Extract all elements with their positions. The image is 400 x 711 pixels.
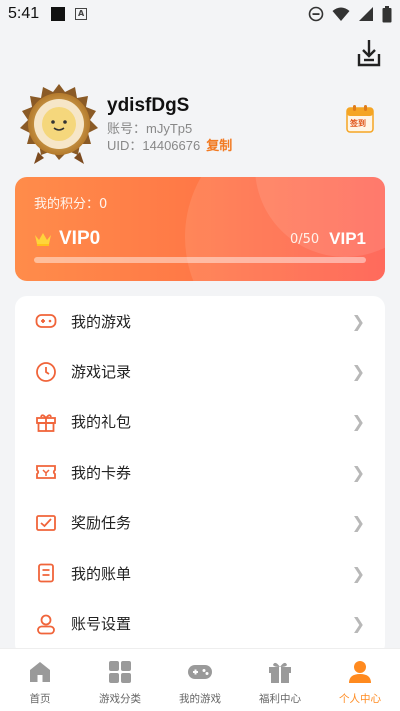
- vip-progress-text: 0/50: [289, 231, 320, 247]
- vip-level-row: VIP0 0/50 VIP1: [34, 228, 366, 250]
- signin-button[interactable]: 签到: [346, 104, 374, 134]
- avatar-frame-icon: [20, 84, 98, 164]
- menu-item-label: 奖励任务: [71, 514, 132, 533]
- menu-item-my-bills[interactable]: 我的账单 ❯: [15, 548, 385, 598]
- nav-label: 福利中心: [259, 693, 301, 705]
- do-not-disturb-icon: [308, 6, 324, 22]
- nav-label: 我的游戏: [179, 693, 221, 705]
- nav-my-games[interactable]: 我的游戏: [160, 649, 240, 711]
- chevron-right-icon: ❯: [351, 563, 365, 583]
- menu-item-account-settings[interactable]: 账号设置 ❯: [15, 598, 385, 648]
- status-time: 5:41: [8, 5, 40, 22]
- uid-row: UID：14406676 复制: [107, 135, 232, 154]
- notification-a-icon: A: [75, 8, 88, 20]
- menu-item-game-history[interactable]: 游戏记录 ❯: [15, 346, 385, 396]
- chevron-right-icon: ❯: [351, 614, 365, 634]
- nav-categories[interactable]: 游戏分类: [80, 649, 160, 711]
- nav-personal-center[interactable]: 个人中心: [320, 649, 400, 711]
- current-vip-level: VIP0: [59, 228, 101, 249]
- home-icon: [30, 662, 50, 682]
- bill-icon: [38, 563, 54, 583]
- copy-uid-button[interactable]: 复制: [206, 138, 232, 153]
- menu-list: 我的游戏 ❯ 游戏记录 ❯ 我的礼包 ❯ 我的卡券 ❯ 奖励任务 ❯ 我的账单 …: [15, 296, 385, 656]
- uid-text: UID：14406676: [107, 138, 201, 153]
- download-icon: [357, 40, 381, 67]
- menu-item-my-coupons[interactable]: 我的卡券 ❯: [15, 447, 385, 497]
- chevron-right-icon: ❯: [351, 311, 365, 331]
- task-icon: [36, 514, 56, 531]
- username: ydisfDgS: [107, 95, 190, 116]
- menu-item-label: 账号设置: [71, 615, 132, 634]
- gamepad-icon: [35, 314, 57, 329]
- nav-label: 个人中心: [339, 693, 381, 705]
- chevron-right-icon: ❯: [351, 362, 365, 382]
- nav-home[interactable]: 首页: [0, 649, 80, 711]
- next-vip-level: VIP1: [329, 229, 366, 248]
- ticket-icon: [36, 465, 56, 480]
- notification-square-icon: [51, 7, 66, 21]
- chevron-right-icon: ❯: [351, 462, 365, 482]
- chevron-right-icon: ❯: [351, 412, 365, 432]
- menu-item-label: 我的礼包: [71, 413, 132, 432]
- clock-icon: [36, 361, 56, 382]
- status-bar: 5:41 A: [0, 0, 400, 28]
- gamepad-icon: [188, 665, 212, 679]
- menu-item-label: 我的游戏: [71, 312, 132, 331]
- menu-item-label: 游戏记录: [71, 363, 132, 382]
- grid-icon: [109, 661, 131, 683]
- points-text: 我的积分：0: [34, 197, 108, 212]
- crown-icon: [35, 233, 51, 246]
- vip-progress-bar: [34, 257, 366, 263]
- avatar[interactable]: [16, 82, 102, 168]
- bottom-nav: 首页 游戏分类 我的游戏 福利中心 个人中心: [0, 648, 400, 711]
- signal-icon: [359, 7, 373, 21]
- person-icon: [349, 661, 371, 683]
- vip-card[interactable]: 我的积分：0 VIP0 0/50 VIP1: [15, 177, 385, 281]
- menu-item-reward-tasks[interactable]: 奖励任务 ❯: [15, 498, 385, 548]
- nav-label: 首页: [29, 693, 51, 705]
- download-button[interactable]: [356, 38, 382, 68]
- battery-icon: [382, 5, 392, 22]
- user-settings-icon: [37, 614, 55, 634]
- wifi-icon: [332, 7, 350, 21]
- menu-item-label: 我的卡券: [71, 463, 132, 482]
- signin-label: 签到: [350, 119, 366, 128]
- menu-item-my-games[interactable]: 我的游戏 ❯: [15, 296, 385, 346]
- chevron-right-icon: ❯: [351, 513, 365, 533]
- gift-icon: [269, 662, 291, 683]
- nav-label: 游戏分类: [99, 693, 141, 705]
- gift-icon: [36, 414, 56, 432]
- nav-welfare[interactable]: 福利中心: [240, 649, 320, 711]
- menu-item-my-gifts[interactable]: 我的礼包 ❯: [15, 397, 385, 447]
- menu-item-label: 我的账单: [71, 564, 132, 583]
